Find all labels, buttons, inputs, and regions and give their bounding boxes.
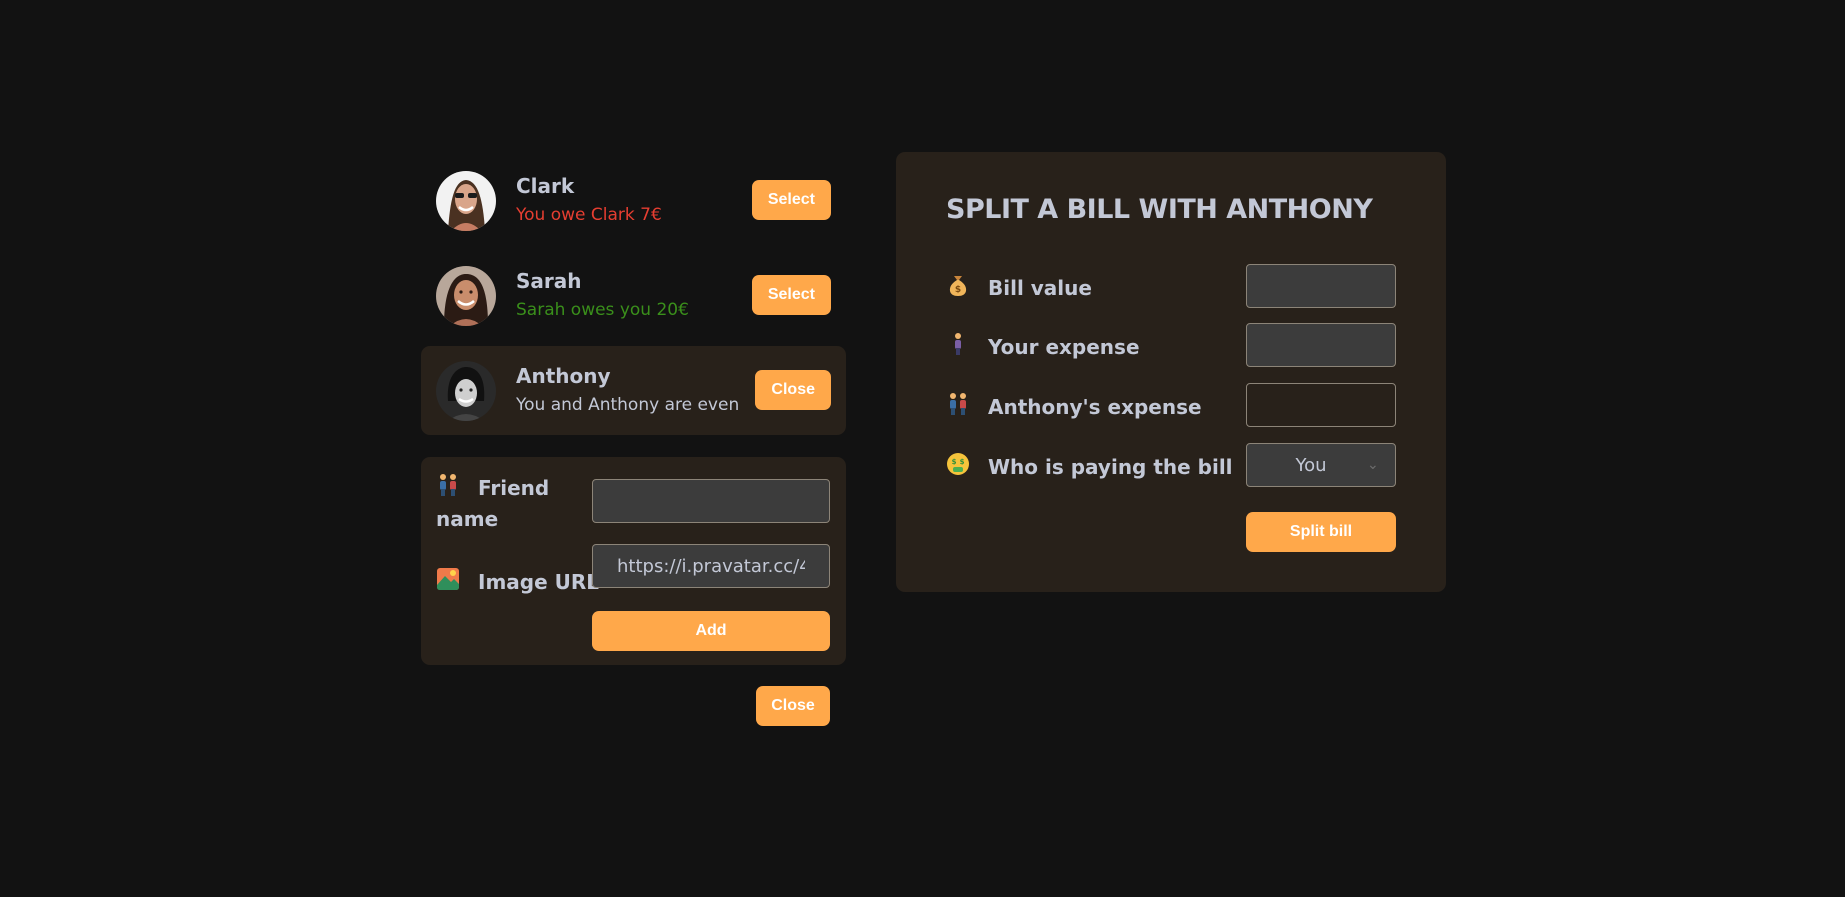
couple-icon <box>946 392 972 424</box>
avatar <box>436 360 496 421</box>
couple-icon <box>436 473 462 505</box>
close-button[interactable]: Close <box>755 370 831 410</box>
eat-n-split-app: Clark You owe Clark 7€ Select Sarah Sara… <box>0 0 1845 897</box>
friend-name-label: Friend name <box>436 473 576 534</box>
money-mouth-icon: $ $ <box>946 452 972 484</box>
your-expense-label: Your expense <box>946 332 1140 364</box>
your-expense-input[interactable] <box>1246 323 1396 367</box>
bill-value-input[interactable] <box>1246 264 1396 308</box>
friend-expense-label: Anthony's expense <box>946 392 1202 424</box>
svg-text:$: $ <box>960 458 965 466</box>
picture-icon <box>436 567 462 599</box>
payer-select[interactable]: You ⌄ <box>1246 443 1396 487</box>
money-bag-icon: $ <box>946 273 972 305</box>
split-title: SPLIT A BILL WITH ANTHONY <box>946 194 1373 225</box>
avatar <box>436 265 496 326</box>
add-button[interactable]: Add <box>592 611 830 651</box>
friend-expense-input <box>1246 383 1396 427</box>
friend-item-clark: Clark You owe Clark 7€ Select <box>421 156 846 245</box>
svg-text:$: $ <box>952 458 957 466</box>
split-bill-form: SPLIT A BILL WITH ANTHONY $ Bill value Y… <box>896 152 1446 592</box>
payer-select-value: You <box>1295 454 1327 476</box>
friends-list: Clark You owe Clark 7€ Select Sarah Sara… <box>421 156 846 441</box>
payer-label: $ $ Who is paying the bill <box>946 452 1233 484</box>
image-url-label: Image URL <box>436 567 599 599</box>
friend-item-sarah: Sarah Sarah owes you 20€ Select <box>421 251 846 340</box>
person-icon <box>946 332 972 364</box>
chevron-down-icon: ⌄ <box>1367 457 1379 473</box>
friend-item-anthony: Anthony You and Anthony are even Close <box>421 346 846 435</box>
image-url-input[interactable] <box>592 544 830 588</box>
friend-name-input[interactable] <box>592 479 830 523</box>
select-button[interactable]: Select <box>751 275 831 315</box>
avatar <box>436 170 496 231</box>
select-button[interactable]: Select <box>751 180 831 220</box>
close-add-form-button[interactable]: Close <box>756 686 830 726</box>
svg-text:$: $ <box>955 285 961 295</box>
add-friend-form: Friend name Image URL Add <box>421 457 846 665</box>
split-bill-button[interactable]: Split bill <box>1246 512 1396 552</box>
bill-value-label: $ Bill value <box>946 273 1092 305</box>
